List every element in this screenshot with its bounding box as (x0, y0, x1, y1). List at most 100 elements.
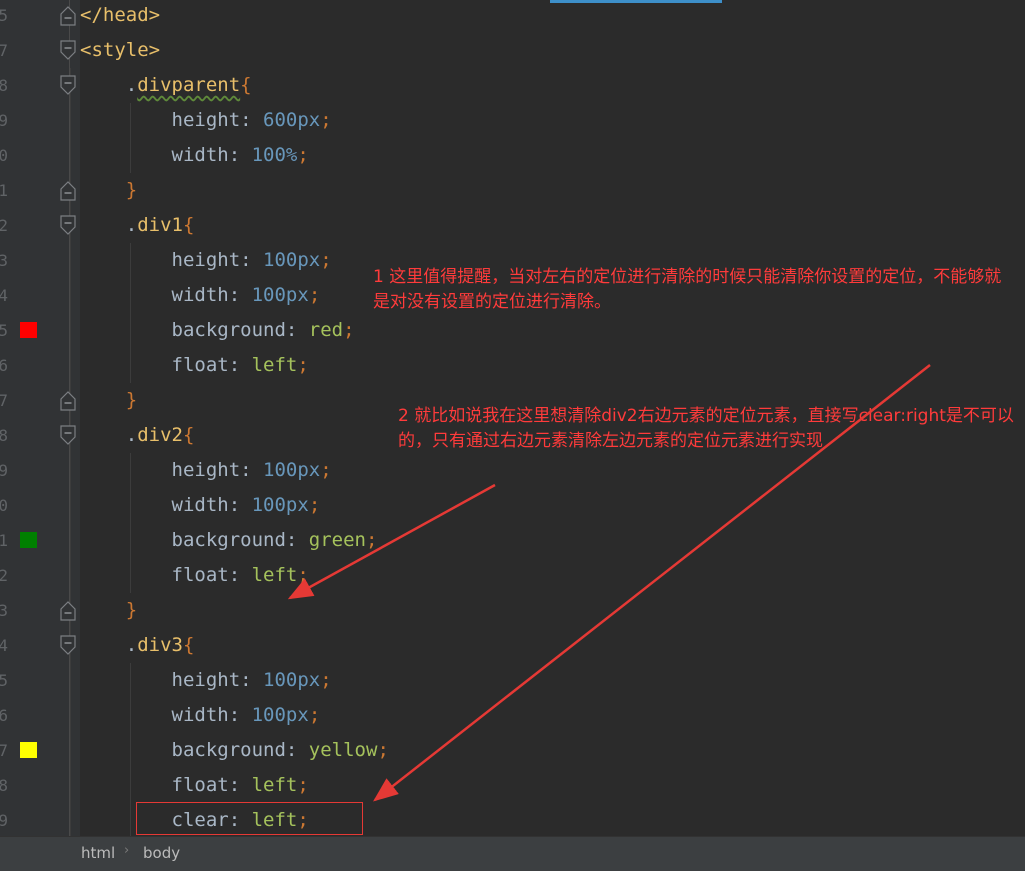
code-line[interactable]: 8 .divparent{ (0, 68, 1025, 103)
code-token: <style> (80, 39, 161, 61)
code-text[interactable]: .div1{ (80, 214, 195, 236)
code-line[interactable]: 2 .div1{ (0, 208, 1025, 243)
code-token: 100% (251, 144, 298, 166)
code-line[interactable]: 0 width: 100px; (0, 488, 1025, 523)
breadcrumb-html[interactable]: html (81, 844, 115, 862)
color-swatch-icon[interactable] (20, 742, 37, 758)
line-number: 2 (0, 566, 8, 585)
fold-end-icon[interactable] (60, 180, 76, 201)
code-text[interactable]: .div3{ (80, 634, 195, 656)
code-text[interactable]: </head> (80, 4, 160, 26)
fold-end-icon[interactable] (60, 390, 76, 411)
code-token: width (171, 284, 229, 306)
fold-start-icon[interactable] (60, 215, 76, 236)
code-token: 100px (263, 669, 321, 691)
code-token: width (171, 494, 229, 516)
code-line[interactable]: 0 width: 100%; (0, 138, 1025, 173)
code-text[interactable]: width: 100px; (80, 704, 321, 726)
code-text[interactable]: } (80, 599, 137, 621)
code-token: } (125, 599, 138, 621)
code-text[interactable]: float: left; (80, 564, 309, 586)
code-text[interactable]: float: left; (80, 774, 309, 796)
code-token: { (182, 424, 195, 446)
code-token: ; (320, 249, 332, 271)
breadcrumb-body[interactable]: body (143, 844, 180, 862)
line-number: 5 (0, 321, 8, 340)
code-editor[interactable]: 5 </head> 7 <style> 8 .divparent{9 height: 6… (0, 0, 1025, 836)
code-line[interactable]: 5 background: red; (0, 313, 1025, 348)
code-text[interactable]: height: 600px; (80, 109, 332, 131)
code-line[interactable]: 9 height: 100px; (0, 453, 1025, 488)
code-token: ; (297, 774, 309, 796)
code-token: ; (297, 144, 309, 166)
code-text[interactable]: .divparent{ (80, 74, 252, 96)
line-number: 9 (0, 111, 8, 130)
code-token: div2 (137, 424, 183, 446)
code-line[interactable]: 9 height: 600px; (0, 103, 1025, 138)
code-token: 600px (263, 109, 321, 131)
line-number: 8 (0, 76, 8, 95)
code-line[interactable]: 3 } (0, 593, 1025, 628)
code-line[interactable]: 1 } (0, 173, 1025, 208)
code-token: width (171, 704, 229, 726)
code-text[interactable]: background: yellow; (80, 739, 389, 761)
code-line[interactable]: 1 background: green; (0, 523, 1025, 558)
code-text[interactable]: .div2{ (80, 424, 195, 446)
code-text[interactable]: height: 100px; (80, 459, 332, 481)
code-text[interactable]: float: left; (80, 354, 309, 376)
code-text[interactable]: width: 100px; (80, 284, 321, 306)
code-token: ; (297, 354, 309, 376)
code-line[interactable]: 7 background: yellow; (0, 733, 1025, 768)
code-line[interactable]: 4 .div3{ (0, 628, 1025, 663)
code-line[interactable]: 5 height: 100px; (0, 663, 1025, 698)
code-text[interactable]: width: 100%; (80, 144, 309, 166)
code-token: div3 (137, 634, 183, 656)
code-token: : (240, 109, 264, 131)
line-number: 0 (0, 146, 8, 165)
fold-start-icon[interactable] (60, 75, 76, 96)
line-number: 7 (0, 391, 8, 410)
annotation-note-1: 1 这里值得提醒，当对左右的定位进行清除的时候只能清除你设置的定位，不能够就是对… (373, 267, 1002, 312)
code-token: ; (377, 739, 389, 761)
line-number: 7 (0, 41, 8, 60)
line-number: 4 (0, 286, 8, 305)
code-line[interactable]: 7 <style> (0, 33, 1025, 68)
clear-left-highlight-box (136, 802, 363, 835)
code-token: background (171, 739, 286, 761)
code-line[interactable]: 6 float: left; (0, 348, 1025, 383)
code-line[interactable]: 6 width: 100px; (0, 698, 1025, 733)
fold-start-icon[interactable] (60, 425, 76, 446)
code-text[interactable]: height: 100px; (80, 669, 332, 691)
code-token: { (182, 214, 195, 236)
code-line[interactable]: 8 float: left; (0, 768, 1025, 803)
code-text[interactable]: background: red; (80, 319, 355, 341)
fold-end-icon[interactable] (60, 600, 76, 621)
code-text[interactable]: background: green; (80, 529, 378, 551)
code-token: left (251, 774, 298, 796)
line-number: 8 (0, 776, 8, 795)
line-number: 5 (0, 671, 8, 690)
code-token: left (251, 564, 298, 586)
color-swatch-icon[interactable] (20, 532, 37, 548)
color-swatch-icon[interactable] (20, 322, 37, 338)
code-token: } (125, 389, 138, 411)
code-line[interactable]: 2 float: left; (0, 558, 1025, 593)
code-text[interactable]: } (80, 179, 137, 201)
code-text[interactable]: <style> (80, 39, 160, 61)
code-token: red (308, 319, 344, 341)
code-text[interactable]: } (80, 389, 137, 411)
code-text[interactable]: width: 100px; (80, 494, 321, 516)
fold-end-icon[interactable] (60, 5, 76, 26)
code-line[interactable]: 5 </head> (0, 0, 1025, 33)
code-text[interactable]: height: 100px; (80, 249, 332, 271)
fold-start-icon[interactable] (60, 635, 76, 656)
code-token: : (228, 494, 252, 516)
fold-start-icon[interactable] (60, 40, 76, 61)
